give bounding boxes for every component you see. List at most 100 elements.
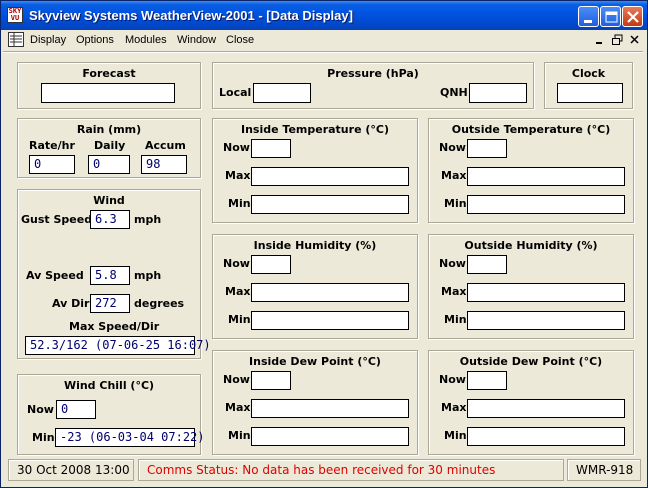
outside-temp-max-label: Max [441, 169, 467, 182]
inside-dewpoint-min-label: Min [228, 429, 251, 442]
status-comms-message: Comms Status: No data has been received … [138, 459, 564, 481]
outside-humidity-max-label: Max [441, 285, 467, 298]
wind-group: Wind Gust Speed 6.3 mph Av Speed 5.8 mph… [17, 189, 211, 359]
forecast-value [41, 83, 175, 103]
windchill-now-value: 0 [56, 400, 96, 419]
menu-options[interactable]: Options [76, 34, 114, 46]
clock-value [557, 83, 623, 103]
outside-temp-group: Outside Temperature (°C) Now Max Min [428, 118, 634, 223]
minimize-icon [584, 20, 592, 23]
inside-temp-min-label: Min [228, 197, 251, 210]
outside-dewpoint-title: Outside Dew Point (°C) [459, 355, 603, 368]
forecast-group: Forecast [17, 62, 201, 109]
forecast-title: Forecast [82, 67, 136, 80]
wind-avdir-unit: degrees [134, 297, 185, 310]
menu-close[interactable]: Close [226, 34, 254, 46]
menu-modules[interactable]: Modules [125, 34, 167, 46]
inside-dewpoint-min-value [251, 427, 409, 446]
inside-temp-now-value [251, 139, 291, 158]
clock-group: Clock [544, 62, 633, 109]
inside-humidity-now-label: Now [223, 257, 250, 270]
outside-temp-min-label: Min [444, 197, 467, 210]
outside-temp-now-value [467, 139, 507, 158]
menu-display[interactable]: Display [30, 34, 66, 46]
inside-temp-max-value [251, 167, 409, 186]
wind-avdir-label: Av Dir [52, 297, 90, 310]
close-window-button[interactable] [622, 6, 643, 27]
windchill-now-label: Now [27, 403, 54, 416]
status-datetime: 30 Oct 2008 13:00 [8, 459, 134, 481]
outside-humidity-now-value [467, 255, 507, 274]
inside-dewpoint-title: Inside Dew Point (°C) [249, 355, 381, 368]
inside-dewpoint-now-label: Now [223, 373, 250, 386]
pressure-title: Pressure (hPa) [327, 67, 419, 80]
inside-humidity-max-value [251, 283, 409, 302]
wind-avspeed-label: Av Speed [26, 269, 84, 282]
wind-gust-label: Gust Speed [21, 213, 93, 226]
outside-humidity-title: Outside Humidity (%) [464, 239, 598, 252]
outside-dewpoint-now-label: Now [439, 373, 466, 386]
outside-humidity-max-value [467, 283, 625, 302]
mdi-minimize-icon[interactable] [593, 34, 607, 46]
outside-humidity-group: Outside Humidity (%) Now Max Min [428, 234, 634, 339]
outside-dewpoint-max-label: Max [441, 401, 467, 414]
outside-humidity-min-value [467, 311, 625, 330]
pressure-local-value [253, 83, 311, 103]
app-logo-icon[interactable]: SKY VU [7, 7, 23, 23]
app-window: SKY VU Skyview Systems WeatherView-2001 -… [0, 0, 648, 488]
pressure-group: Pressure (hPa) Local QNH [212, 62, 534, 109]
menu-divider [3, 51, 643, 53]
rain-accum-label: Accum [145, 139, 186, 152]
maximize-icon [605, 11, 618, 23]
outside-temp-now-label: Now [439, 141, 466, 154]
wind-gust-value: 6.3 [90, 210, 130, 229]
inside-humidity-max-label: Max [225, 285, 251, 298]
outside-temp-min-value [467, 195, 625, 214]
outside-dewpoint-min-value [467, 427, 625, 446]
document-system-icon[interactable] [8, 32, 24, 47]
maximize-button[interactable] [600, 6, 621, 27]
inside-humidity-now-value [251, 255, 291, 274]
wind-maxspeed-value: 52.3/162 (07-06-25 16:07) [25, 336, 211, 355]
inside-dewpoint-max-value [251, 399, 409, 418]
inside-humidity-min-label: Min [228, 313, 251, 326]
windchill-title: Wind Chill (°C) [63, 379, 155, 392]
wind-avdir-value: 272 [90, 294, 130, 313]
inside-humidity-min-value [251, 311, 409, 330]
windchill-group: Wind Chill (°C) Now 0 Min -23 (06-03-04 … [17, 374, 205, 455]
clock-title: Clock [571, 67, 606, 80]
outside-dewpoint-group: Outside Dew Point (°C) Now Max Min [428, 350, 634, 455]
pressure-local-label: Local [219, 86, 252, 99]
outside-humidity-now-label: Now [439, 257, 466, 270]
rain-daily-value: 0 [88, 155, 130, 174]
outside-dewpoint-max-value [467, 399, 625, 418]
rain-daily-label: Daily [94, 139, 126, 152]
inside-humidity-title: Inside Humidity (%) [253, 239, 377, 252]
pressure-qnh-value [469, 83, 527, 103]
inside-humidity-group: Inside Humidity (%) Now Max Min [212, 234, 418, 339]
wind-avspeed-unit: mph [134, 269, 162, 282]
inside-temp-min-value [251, 195, 409, 214]
inside-dewpoint-group: Inside Dew Point (°C) Now Max Min [212, 350, 418, 455]
mdi-close-icon[interactable] [628, 34, 642, 46]
menu-window[interactable]: Window [177, 34, 216, 46]
outside-temp-max-value [467, 167, 625, 186]
rain-rate-label: Rate/hr [29, 139, 75, 152]
outside-dewpoint-min-label: Min [444, 429, 467, 442]
inside-temp-group: Inside Temperature (°C) Now Max Min [212, 118, 418, 223]
minimize-button[interactable] [578, 6, 599, 27]
inside-dewpoint-max-label: Max [225, 401, 251, 414]
wind-maxspeed-label: Max Speed/Dir [69, 320, 160, 333]
inside-temp-max-label: Max [225, 169, 251, 182]
inside-temp-now-label: Now [223, 141, 250, 154]
outside-humidity-min-label: Min [444, 313, 467, 326]
window-title: Skyview Systems WeatherView-2001 - [Data… [29, 8, 353, 23]
wind-gust-unit: mph [134, 213, 162, 226]
rain-rate-value: 0 [29, 155, 75, 174]
title-bar[interactable]: SKY VU Skyview Systems WeatherView-2001 -… [1, 1, 647, 30]
inside-dewpoint-now-value [251, 371, 291, 390]
rain-accum-value: 98 [141, 155, 187, 174]
rain-title: Rain (mm) [76, 123, 142, 136]
mdi-restore-icon[interactable] [611, 34, 625, 46]
status-bar: 30 Oct 2008 13:00 Comms Status: No data … [4, 459, 644, 483]
